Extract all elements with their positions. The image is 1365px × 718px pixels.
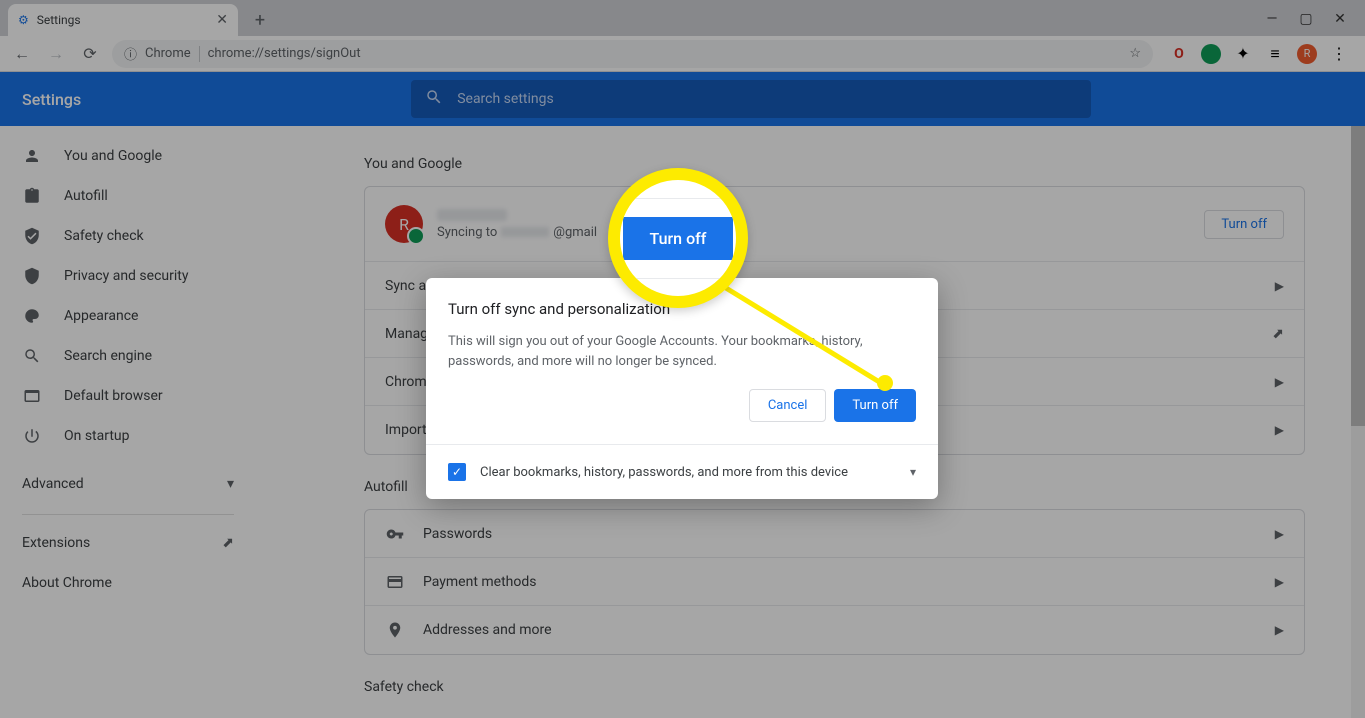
annotation-highlight-ring: Turn off xyxy=(608,168,748,308)
dialog-body-text: This will sign you out of your Google Ac… xyxy=(448,332,916,371)
turn-off-confirm-button[interactable]: Turn off xyxy=(834,389,916,422)
turn-off-sync-dialog: Turn off sync and personalization This w… xyxy=(426,278,938,499)
dialog-footer: ✓ Clear bookmarks, history, passwords, a… xyxy=(426,444,938,499)
highlighted-turn-off-button: Turn off xyxy=(623,217,733,260)
chevron-down-icon[interactable]: ▾ xyxy=(910,465,916,479)
annotation-dot xyxy=(877,375,893,391)
checkbox-label: Clear bookmarks, history, passwords, and… xyxy=(480,465,896,480)
cancel-button[interactable]: Cancel xyxy=(749,389,827,422)
clear-data-checkbox[interactable]: ✓ xyxy=(448,463,466,481)
